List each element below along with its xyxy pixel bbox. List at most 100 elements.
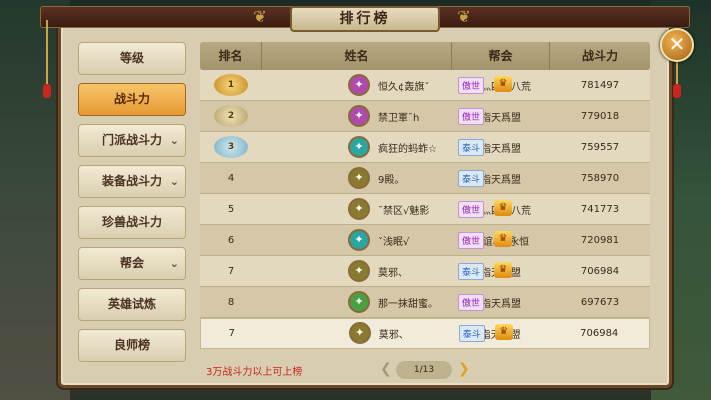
table-row[interactable]: 2 ✦ 禁卫軍ˉh 傲世 指天爲盟 779018 bbox=[200, 101, 650, 132]
chevron-down-icon: ⌄ bbox=[169, 134, 179, 147]
power-cell: 720981 bbox=[580, 234, 620, 246]
player-name: ˇ浅眠√ bbox=[378, 236, 410, 248]
sidebar-item-combat-power[interactable]: 战斗力 bbox=[78, 83, 186, 116]
rank-cell: 7 bbox=[227, 265, 235, 277]
server-tag: 泰斗 bbox=[458, 169, 485, 187]
table-row[interactable]: 6✦ˇ浅眠√傲世♛情谊are永恒720981 bbox=[200, 225, 650, 256]
sidebar-item-label: 装备战斗力 bbox=[101, 174, 162, 188]
power-cell: 758970 bbox=[580, 172, 620, 184]
rank-cell: 2 bbox=[200, 105, 262, 127]
rank-medal-icon: 3 bbox=[214, 136, 248, 158]
tassel-left-icon bbox=[43, 20, 51, 100]
name-cell: ✦ 疯狂的蚂蚱☆ 泰斗 bbox=[262, 132, 485, 163]
server-tag: 傲世 bbox=[458, 293, 485, 311]
table-row[interactable]: 7✦莫邪、泰斗♛指天爲盟706984 bbox=[200, 318, 650, 349]
sidebar-item-sect-power[interactable]: 门派战斗力 ⌄ bbox=[78, 124, 186, 157]
player-name: 莫邪、 bbox=[378, 330, 409, 341]
sidebar-item-mentor[interactable]: 良师榜 bbox=[78, 329, 186, 362]
crown-icon: ♛ bbox=[494, 261, 512, 278]
class-avatar-icon: ✦ bbox=[348, 290, 370, 313]
page-indicator: 1/13 bbox=[396, 361, 452, 379]
ranking-table: 排名 姓名 帮会 战斗力 1✦恒久¢轰旗ˇ傲世♛彡灬四海八荒7814972✦禁卫… bbox=[200, 42, 650, 349]
power-cell: 781497 bbox=[580, 79, 620, 91]
server-tag: 泰斗 bbox=[458, 262, 485, 280]
rank-medal-icon: 1 bbox=[214, 74, 248, 96]
rank-cell: 7 bbox=[228, 328, 236, 339]
header-guild: 帮会 bbox=[452, 42, 550, 70]
ranking-requirement-note: 3万战斗力以上可上榜 bbox=[206, 367, 303, 378]
power-cell: 741773 bbox=[580, 203, 620, 215]
table-row[interactable]: 7✦莫邪、泰斗♛指天爲盟706984 bbox=[200, 256, 650, 287]
table-row[interactable]: 5✦ˉ禁区√魅影傲世♛彡灬四海八荒741773 bbox=[200, 194, 650, 225]
sidebar-item-pet-power[interactable]: 珍兽战斗力 bbox=[78, 206, 186, 239]
sidebar-item-label: 良师榜 bbox=[113, 338, 150, 352]
sidebar-item-label: 英雄试炼 bbox=[107, 297, 156, 311]
player-name: ˉ禁区√魅影 bbox=[378, 205, 430, 217]
power-cell: 706984 bbox=[580, 265, 620, 277]
header-power: 战斗力 bbox=[581, 49, 618, 63]
crown-icon: ♛ bbox=[494, 230, 512, 247]
rank-medal-icon: 2 bbox=[214, 105, 248, 127]
server-tag: 泰斗 bbox=[458, 138, 485, 156]
name-cell: ✦ 莫邪、 泰斗 ♛ bbox=[263, 318, 513, 349]
tassel-right-icon bbox=[673, 60, 681, 100]
rank-cell: 6 bbox=[227, 234, 235, 246]
close-button[interactable]: ✕ bbox=[660, 28, 694, 62]
table-row[interactable]: 1✦恒久¢轰旗ˇ傲世♛彡灬四海八荒781497 bbox=[200, 70, 650, 101]
rank-cell: 3 bbox=[200, 136, 262, 158]
player-name: 恒久¢轰旗ˇ bbox=[378, 81, 430, 93]
player-name: 禁卫軍ˉh bbox=[378, 112, 420, 124]
power-cell: 779018 bbox=[580, 110, 620, 122]
class-avatar-icon: ✦ bbox=[348, 322, 371, 344]
power-cell: 759557 bbox=[580, 141, 620, 153]
dragon-ornament-left-icon: ❦ bbox=[253, 7, 267, 26]
class-avatar-icon: ✦ bbox=[348, 104, 370, 127]
player-name: 那一抹甜蜜。 bbox=[378, 298, 438, 310]
name-cell: ✦ ˉ禁区√魅影 傲世 ♛ bbox=[262, 194, 512, 225]
class-avatar-icon: ✦ bbox=[348, 228, 370, 251]
sidebar: 等级 战斗力 门派战斗力 ⌄ 装备战斗力 ⌄ 珍兽战斗力 帮会 ⌄ 英雄试炼 良师榜 bbox=[78, 42, 186, 370]
player-name: 疯狂的蚂蚱☆ bbox=[378, 143, 437, 155]
class-avatar-icon: ✦ bbox=[348, 73, 370, 96]
chevron-left-icon[interactable]: ❮ bbox=[380, 360, 392, 378]
power-cell: 706984 bbox=[580, 328, 619, 339]
name-cell: ✦ 恒久¢轰旗ˇ 傲世 ♛ bbox=[262, 70, 512, 101]
table-row[interactable]: 4 ✦ 9殿。 泰斗 指天爲盟 758970 bbox=[200, 163, 650, 194]
rank-cell: 1 bbox=[200, 74, 262, 96]
name-cell: ✦ 莫邪、 泰斗 ♛ bbox=[262, 256, 512, 287]
table-row[interactable]: 3 ✦ 疯狂的蚂蚱☆ 泰斗 指天爲盟 759557 bbox=[200, 132, 650, 163]
name-cell: ✦ 9殿。 泰斗 bbox=[262, 163, 485, 194]
name-cell: ✦ 禁卫軍ˉh 傲世 bbox=[262, 101, 485, 132]
sidebar-item-label: 珍兽战斗力 bbox=[101, 215, 162, 229]
header-rank: 排名 bbox=[200, 42, 262, 70]
class-avatar-icon: ✦ bbox=[348, 197, 370, 220]
sidebar-item-label: 帮会 bbox=[119, 256, 144, 270]
class-avatar-icon: ✦ bbox=[348, 135, 370, 158]
sidebar-item-label: 等级 bbox=[119, 51, 144, 65]
power-cell: 697673 bbox=[580, 296, 620, 308]
crown-icon: ♛ bbox=[494, 75, 512, 92]
sidebar-item-label: 战斗力 bbox=[113, 92, 150, 106]
server-tag: 傲世 bbox=[458, 231, 485, 249]
sidebar-item-equipment-power[interactable]: 装备战斗力 ⌄ bbox=[78, 165, 186, 198]
sidebar-item-hero-trial[interactable]: 英雄试炼 bbox=[78, 288, 186, 321]
chevron-right-icon[interactable]: ❯ bbox=[458, 360, 470, 378]
rank-cell: 4 bbox=[227, 172, 235, 184]
close-icon: ✕ bbox=[668, 32, 686, 56]
player-name: 9殿。 bbox=[378, 174, 405, 186]
sidebar-item-label: 门派战斗力 bbox=[101, 133, 162, 147]
server-tag: 泰斗 bbox=[458, 325, 485, 342]
table-row[interactable]: 8 ✦ 那一抹甜蜜。 傲世 指天爲盟 697673 bbox=[200, 287, 650, 318]
sidebar-item-level[interactable]: 等级 bbox=[78, 42, 186, 75]
chevron-down-icon: ⌄ bbox=[169, 175, 179, 188]
server-tag: 傲世 bbox=[458, 76, 485, 94]
sidebar-item-guild[interactable]: 帮会 ⌄ bbox=[78, 247, 186, 280]
class-avatar-icon: ✦ bbox=[348, 166, 370, 189]
player-name: 莫邪、 bbox=[378, 267, 408, 279]
pager: ❮ 1/13 ❯ bbox=[380, 360, 470, 380]
table-header: 排名 姓名 帮会 战斗力 bbox=[200, 42, 650, 70]
crown-icon: ♛ bbox=[494, 324, 513, 340]
name-cell: ✦ 那一抹甜蜜。 傲世 bbox=[262, 287, 485, 318]
rank-cell: 8 bbox=[227, 296, 235, 308]
dragon-ornament-right-icon: ❦ bbox=[457, 7, 471, 26]
